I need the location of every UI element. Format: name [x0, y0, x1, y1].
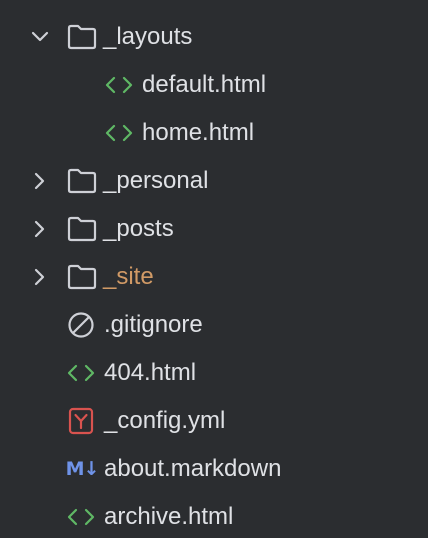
tree-item-label: _posts [103, 215, 174, 242]
folder-icon [67, 215, 97, 243]
folder-icon [66, 0, 100, 4]
tree-item-label: about.markdown [104, 455, 282, 482]
project-file-tree: _layouts default.html home.html _persona… [0, 0, 428, 538]
chevron-right-icon[interactable] [30, 219, 50, 239]
html-file-icon [66, 503, 96, 531]
tree-item-label: _site [103, 263, 154, 290]
tree-item-gitignore[interactable]: .gitignore [0, 301, 428, 349]
tree-item-label: home.html [142, 119, 255, 146]
folder-icon [67, 23, 97, 51]
tree-item-label: _config.yml [104, 407, 226, 434]
tree-item-layouts-folder[interactable]: _layouts [0, 13, 428, 61]
tree-item-404-html[interactable]: 404.html [0, 349, 428, 397]
html-file-icon [104, 119, 134, 147]
tree-item-archive-html[interactable]: archive.html [0, 493, 428, 538]
tree-item-default-html[interactable]: default.html [0, 61, 428, 109]
tree-item-label: _layouts [103, 23, 193, 50]
tree-item-config-yml[interactable]: _config.yml [0, 397, 428, 445]
tree-item-label: 404.html [104, 359, 197, 386]
tree-item-label: archive.html [104, 503, 234, 530]
chevron-down-icon[interactable] [30, 27, 50, 47]
chevron-right-icon[interactable] [30, 171, 50, 191]
html-file-icon [66, 359, 96, 387]
tree-item-personal-folder[interactable]: _personal [0, 157, 428, 205]
tree-item-home-html[interactable]: home.html [0, 109, 428, 157]
tree-item-about-markdown[interactable]: M↓ about.markdown [0, 445, 428, 493]
ignore-file-icon [66, 311, 96, 339]
tree-item-label: _personal [103, 167, 209, 194]
html-file-icon [104, 71, 134, 99]
tree-item-label: .gitignore [104, 311, 203, 338]
folder-icon [67, 167, 97, 195]
markdown-file-icon: M↓ [65, 458, 100, 480]
yaml-file-icon [66, 407, 96, 435]
folder-icon [67, 263, 97, 291]
tree-item-label: default.html [142, 71, 267, 98]
chevron-right-icon[interactable] [30, 267, 50, 287]
tree-item-posts-folder[interactable]: _posts [0, 205, 428, 253]
tree-item-site-folder[interactable]: _site [0, 253, 428, 301]
